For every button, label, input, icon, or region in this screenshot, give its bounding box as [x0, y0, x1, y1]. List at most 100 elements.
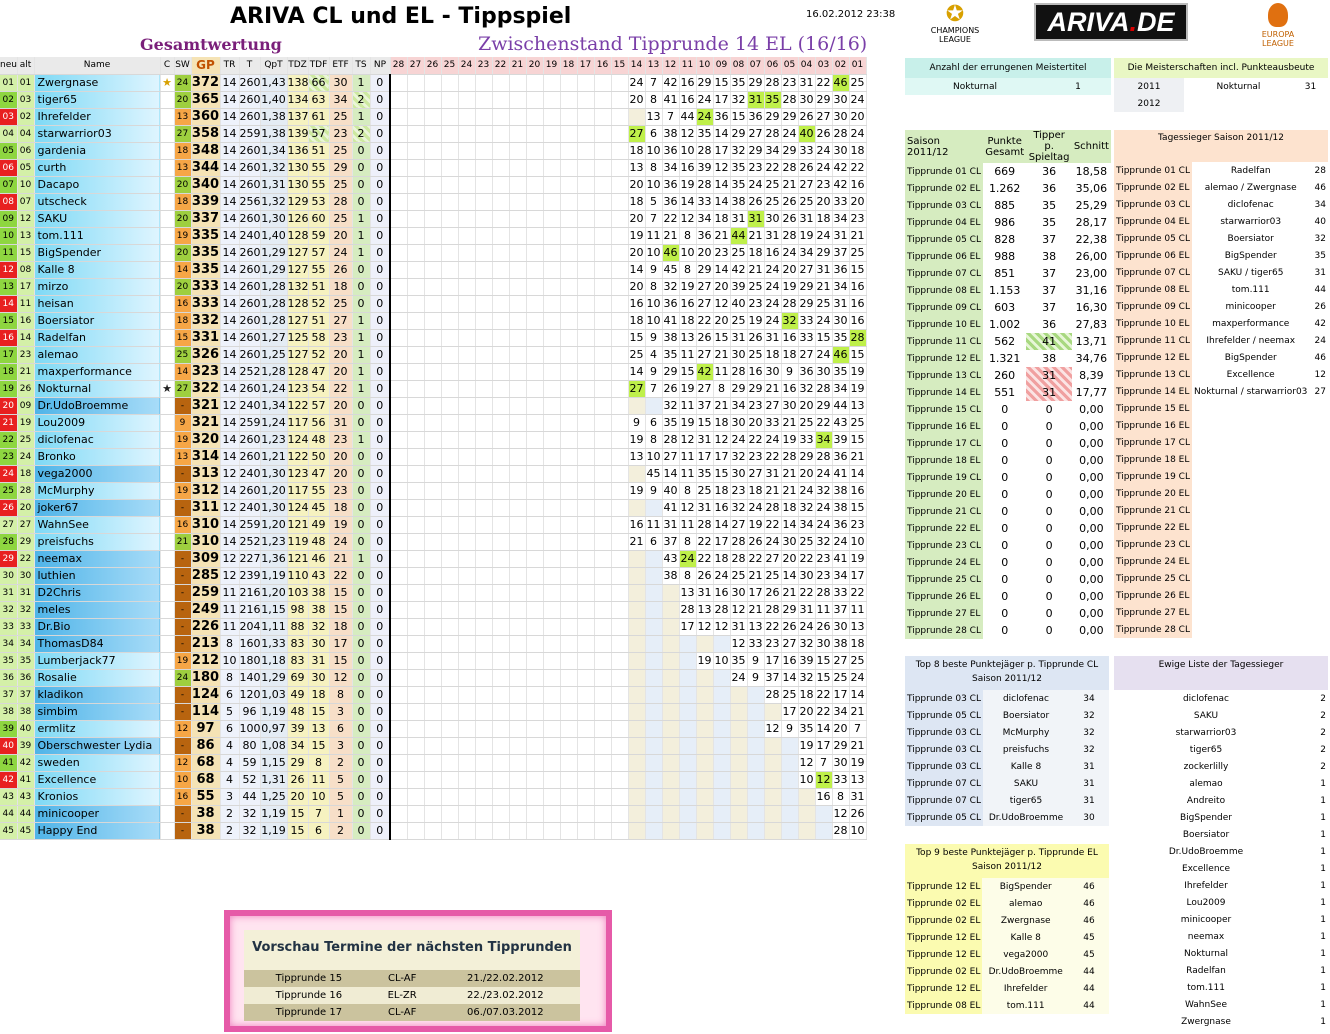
- round-score: 24: [764, 261, 782, 279]
- cell-etf: 12: [329, 669, 353, 687]
- cell-sw: -: [174, 737, 192, 755]
- round-empty: [747, 754, 765, 772]
- ewige-row: zockerlilly 2: [1114, 758, 1328, 775]
- saison-cell: Tipprunde 24 EL: [905, 554, 983, 571]
- round-header-22: 22: [492, 57, 510, 75]
- ewige-row: diclofenac 2: [1114, 690, 1328, 707]
- round-score: 19: [628, 482, 646, 500]
- round-empty: [407, 142, 425, 160]
- tagessieger-cell: [1309, 502, 1328, 519]
- preview-cell: CL-AF: [373, 1004, 431, 1021]
- round-empty: [577, 261, 595, 279]
- round-score: 8: [679, 533, 697, 551]
- saison-cell: 41: [1026, 333, 1072, 350]
- cell-tdz: 119: [287, 533, 309, 551]
- round-empty: [696, 635, 714, 653]
- round-empty: [611, 567, 629, 585]
- top9-cell: 44: [1083, 983, 1095, 994]
- round-score: 7: [815, 754, 833, 772]
- cell-tdz: 29: [287, 754, 309, 772]
- cell-alt: 15: [17, 244, 35, 262]
- cell-neu: 12: [0, 261, 18, 279]
- saison-cell: 36: [1042, 165, 1057, 178]
- cell-neu: 22: [0, 431, 18, 449]
- cell-tdz: 128: [287, 227, 309, 245]
- round-empty: [611, 754, 629, 772]
- saison-cell: 27,83: [1075, 318, 1108, 331]
- cell-ts: 1: [352, 363, 371, 381]
- round-score: 23: [747, 295, 765, 313]
- table-row: 31 31 D2Chris -259 11 216 1,20 103 38 15 0 0 13 31 16 3…: [0, 584, 867, 602]
- saison-cell: 31: [1026, 367, 1072, 384]
- cell-gp: 285: [191, 567, 221, 585]
- round-empty: [764, 805, 782, 823]
- saison-header-h1: Saison 2011/12: [905, 130, 983, 163]
- cell-np: 0: [370, 533, 391, 551]
- round-empty: [645, 720, 663, 738]
- round-score: 24: [696, 91, 714, 109]
- round-empty: [492, 431, 510, 449]
- saison-row: Tipprunde 06 EL 988 38 26,00: [905, 248, 1111, 265]
- round-empty: [407, 703, 425, 721]
- round-empty: [458, 312, 476, 330]
- cell-sw: 12: [174, 720, 192, 738]
- saison-cell: 562: [994, 335, 1016, 348]
- round-empty: [389, 414, 408, 432]
- round-empty: [594, 125, 612, 143]
- round-score: 42: [832, 176, 850, 194]
- round-score: 28: [781, 295, 799, 313]
- cell-tdz: 129: [287, 193, 309, 211]
- cell-t: 32: [239, 805, 261, 823]
- round-empty: [594, 635, 612, 653]
- round-score: 15: [679, 363, 697, 381]
- round-empty: [407, 618, 425, 636]
- round-score: 28: [832, 125, 850, 143]
- cell-name: Zwergnase: [34, 74, 161, 92]
- round-score: 17: [781, 703, 799, 721]
- cell-np: 0: [370, 278, 391, 296]
- round-empty: [407, 737, 425, 755]
- round-empty: [764, 737, 782, 755]
- round-score: 9: [645, 363, 663, 381]
- ewige-cell: 1: [1320, 1016, 1326, 1027]
- meistertitel-count: 1: [1075, 81, 1081, 92]
- round-empty: [389, 550, 408, 568]
- round-score: 21: [815, 278, 833, 296]
- round-score: 26: [747, 193, 765, 211]
- round-score: 21: [849, 737, 867, 755]
- round-score: 24: [713, 567, 731, 585]
- round-score: 7: [645, 380, 663, 398]
- cell-t: 259: [239, 414, 261, 432]
- round-empty: [679, 737, 697, 755]
- col-header-7: T: [239, 57, 261, 75]
- cell-etf: 5: [329, 788, 353, 806]
- round-empty: [696, 788, 714, 806]
- round-header-05: 05: [781, 57, 799, 75]
- round-empty: [543, 448, 561, 466]
- saison-cell: Tipprunde 02 EL: [905, 180, 983, 197]
- cell-ts: 0: [352, 601, 371, 619]
- round-score: 27: [747, 465, 765, 483]
- round-empty: [475, 805, 493, 823]
- cell-tdz: 110: [287, 567, 309, 585]
- round-empty: [441, 669, 459, 687]
- round-score: 41: [832, 465, 850, 483]
- cell-tdf: 57: [308, 125, 330, 143]
- round-empty: [492, 210, 510, 228]
- cell-neu: 38: [0, 703, 18, 721]
- round-empty: [509, 516, 527, 534]
- round-score: 22: [696, 312, 714, 330]
- tagessieger-cell: Nokturnal / starwarrior03: [1193, 386, 1308, 397]
- saison-row: Tipprunde 22 EL 0 0 0,00: [905, 520, 1111, 537]
- cell-t: 260: [239, 108, 261, 126]
- round-score: 20: [798, 703, 816, 721]
- round-empty: [526, 125, 544, 143]
- round-empty: [458, 601, 476, 619]
- round-score: 34: [832, 278, 850, 296]
- cell-sw: 12: [174, 754, 192, 772]
- cell-alt: 26: [17, 380, 35, 398]
- cell-name: diclofenac: [34, 431, 161, 449]
- round-empty: [662, 720, 680, 738]
- saison-cell: 828: [994, 233, 1016, 246]
- round-score: 32: [798, 635, 816, 653]
